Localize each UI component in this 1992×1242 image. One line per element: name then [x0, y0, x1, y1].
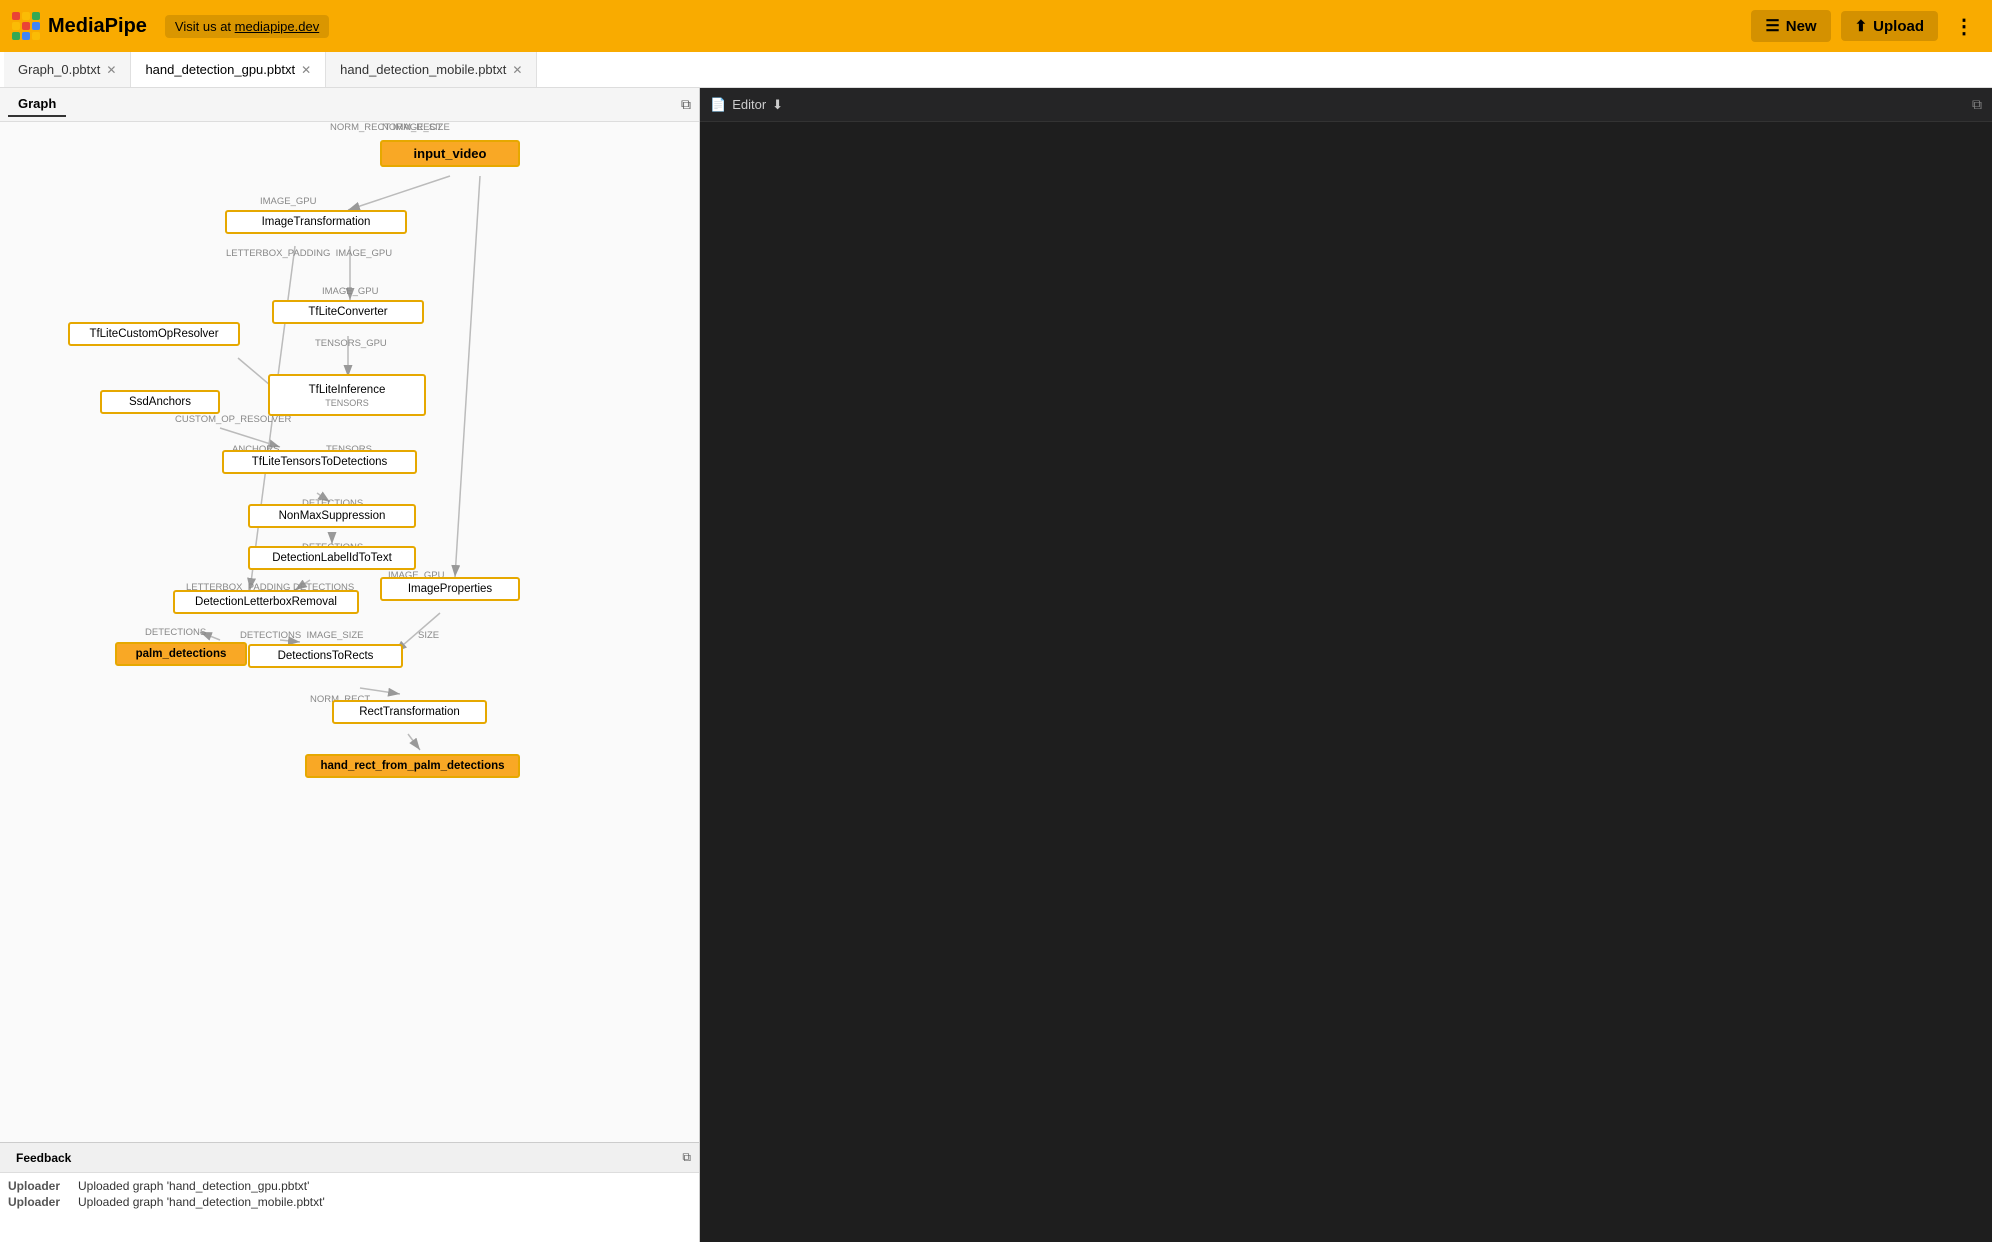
label-image-gpu-2: IMAGE_GPU	[322, 286, 379, 297]
editor-body	[700, 122, 1992, 1242]
topbar: MediaPipe Visit us at mediapipe.dev ☰ Ne…	[0, 0, 1992, 52]
node-tflite-inference[interactable]: TfLiteInference TENSORS	[268, 374, 426, 416]
hamburger-icon: ☰	[1765, 16, 1779, 36]
tabs-bar: Graph_0.pbtxt ✕ hand_detection_gpu.pbtxt…	[0, 52, 1992, 88]
node-palm-detections[interactable]: palm_detections	[115, 642, 247, 666]
label-detections-imgsize: DETECTIONS IMAGE_SIZE	[240, 630, 364, 641]
feedback-msg-2: Uploaded graph 'hand_detection_mobile.pb…	[78, 1195, 325, 1209]
node-rect-transformation[interactable]: RectTransformation	[332, 700, 487, 724]
code-editor[interactable]	[742, 122, 1992, 1242]
label-size: SIZE	[418, 630, 439, 641]
label-tensors-1: TENSORS	[278, 398, 416, 408]
graph-maximize-button[interactable]: ⧉	[681, 96, 691, 113]
logo-icon	[12, 12, 40, 40]
feedback-label-2: Uploader	[8, 1195, 68, 1209]
editor-download-icon[interactable]: ⬇	[772, 97, 783, 113]
node-tflite-converter[interactable]: TfLiteConverter	[272, 300, 424, 324]
line-numbers	[700, 122, 742, 1242]
label-norm-rect-2: NORM_RECT	[382, 122, 442, 133]
more-menu-button[interactable]: ⋮	[1948, 14, 1980, 39]
node-image-transformation[interactable]: ImageTransformation	[225, 210, 407, 234]
feedback-label-1: Uploader	[8, 1179, 68, 1193]
node-tensors-to-detections[interactable]: TfLiteTensorsToDetections	[222, 450, 417, 474]
graph-tab-bar: Graph ⧉	[0, 88, 699, 122]
editor-maximize-button[interactable]: ⧉	[1972, 96, 1982, 113]
tab-hand-gpu[interactable]: hand_detection_gpu.pbtxt ✕	[131, 52, 326, 87]
tab-hand-mobile[interactable]: hand_detection_mobile.pbtxt ✕	[326, 52, 537, 87]
main-content: Graph ⧉	[0, 88, 1992, 1242]
left-panel: Graph ⧉	[0, 88, 700, 1242]
tab-graph0[interactable]: Graph_0.pbtxt ✕	[4, 52, 131, 87]
editor-icon: 📄	[710, 97, 726, 113]
label-letterbox-image: LETTERBOX_PADDING IMAGE_GPU	[226, 248, 392, 259]
editor-panel: 📄 Editor ⬇ ⧉	[700, 88, 1992, 1242]
close-tab-icon[interactable]: ✕	[512, 63, 522, 77]
node-non-max[interactable]: NonMaxSuppression	[248, 504, 416, 528]
tab-label: hand_detection_mobile.pbtxt	[340, 62, 506, 77]
label-detections-3: DETECTIONS	[145, 627, 206, 638]
new-button[interactable]: ☰ New	[1751, 10, 1830, 42]
feedback-tab-bar: Feedback ⧉	[0, 1143, 699, 1173]
upload-button[interactable]: ⬆ Upload	[1841, 11, 1938, 41]
node-tflite-custom[interactable]: TfLiteCustomOpResolver	[68, 322, 240, 346]
feedback-tab[interactable]: Feedback	[8, 1149, 79, 1167]
tab-label: hand_detection_gpu.pbtxt	[145, 62, 295, 77]
visit-badge: Visit us at mediapipe.dev	[165, 15, 329, 38]
tab-label: Graph_0.pbtxt	[18, 62, 100, 77]
graph-view-tab[interactable]: Graph	[8, 92, 66, 117]
upload-icon: ⬆	[1855, 17, 1868, 35]
editor-tab-label: 📄 Editor ⬇	[710, 97, 783, 113]
node-hand-rect[interactable]: hand_rect_from_palm_detections	[305, 754, 520, 778]
logo-area: MediaPipe	[12, 12, 147, 40]
node-input-video[interactable]: input_video	[380, 140, 520, 167]
visit-link[interactable]: mediapipe.dev	[235, 19, 320, 34]
label-image-gpu-1: IMAGE_GPU	[260, 196, 317, 207]
node-letterbox-removal[interactable]: DetectionLetterboxRemoval	[173, 590, 359, 614]
graph-canvas: input_video IMAGE_GPU ImageTransformatio…	[0, 122, 699, 1142]
node-detection-label[interactable]: DetectionLabelIdToText	[248, 546, 416, 570]
editor-tab-bar: 📄 Editor ⬇ ⧉	[700, 88, 1992, 122]
node-image-props[interactable]: ImageProperties	[380, 577, 520, 601]
feedback-content: Uploader Uploaded graph 'hand_detection_…	[0, 1173, 699, 1217]
feedback-row-1: Uploader Uploaded graph 'hand_detection_…	[8, 1179, 691, 1193]
feedback-row-2: Uploader Uploaded graph 'hand_detection_…	[8, 1195, 691, 1209]
node-detections-to-rects[interactable]: DetectionsToRects	[248, 644, 403, 668]
label-tensors-gpu-1: TENSORS_GPU	[315, 338, 387, 349]
feedback-maximize-button[interactable]: ⧉	[682, 1150, 691, 1165]
close-tab-icon[interactable]: ✕	[301, 63, 311, 77]
node-ssd-anchors[interactable]: SsdAnchors	[100, 390, 220, 414]
feedback-msg-1: Uploaded graph 'hand_detection_gpu.pbtxt…	[78, 1179, 309, 1193]
close-tab-icon[interactable]: ✕	[106, 63, 116, 77]
app-title: MediaPipe	[48, 15, 147, 38]
feedback-panel: Feedback ⧉ Uploader Uploaded graph 'hand…	[0, 1142, 699, 1242]
